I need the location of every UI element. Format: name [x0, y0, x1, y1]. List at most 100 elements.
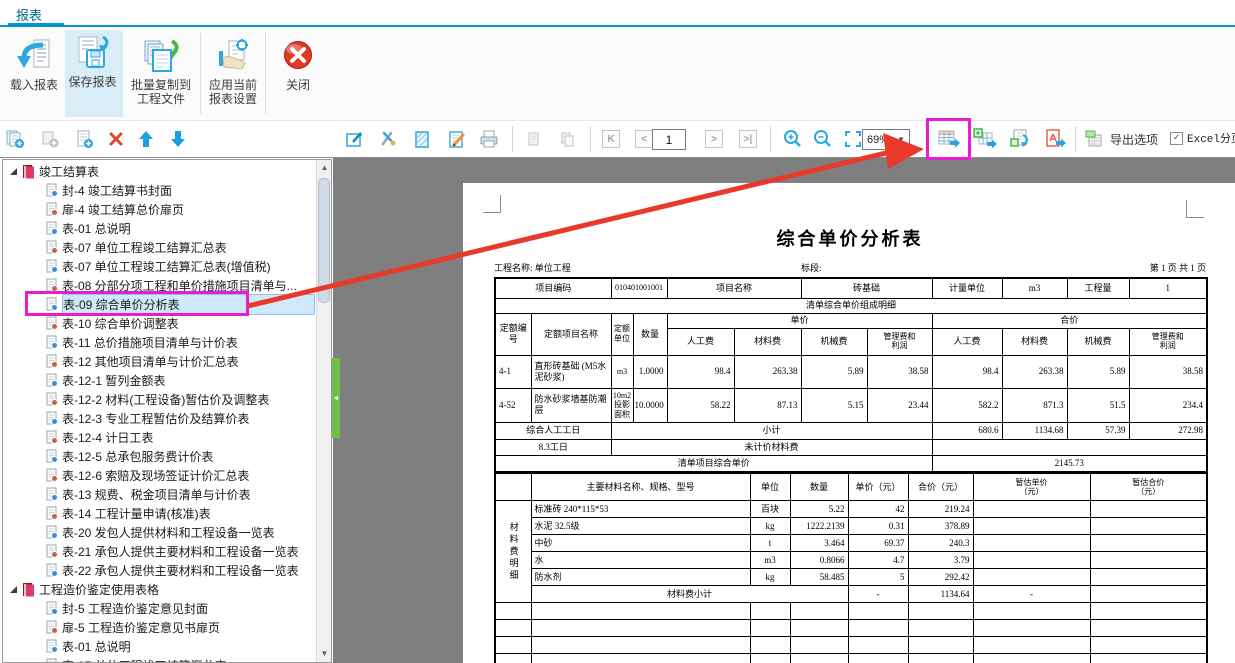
tree-item[interactable]: 表-01 总说明: [3, 219, 315, 238]
export-options-icon: [1085, 130, 1102, 147]
scrollbar-thumb[interactable]: [318, 178, 330, 303]
tree-item-label: 封-4 竣工结算书封面: [62, 184, 173, 198]
tree-item-label: 表-14 工程计量申请(核准)表: [62, 507, 211, 521]
tree-item[interactable]: 表-14 工程计量申请(核准)表: [3, 504, 315, 523]
add-group-icon: [42, 131, 59, 148]
preview-canvas[interactable]: 综合单价分析表 工程名称: 单位工程 标段: 第 1 页 共 1 页 项目编码 …: [333, 158, 1235, 663]
export-excel-alt-button[interactable]: [971, 125, 999, 153]
next-page-button[interactable]: >: [700, 125, 728, 153]
tree-item[interactable]: 表-13 规费、税金项目清单与计价表: [3, 485, 315, 504]
copy-page-button-disabled[interactable]: [519, 125, 547, 153]
design-report-button[interactable]: [340, 125, 368, 153]
tree-item[interactable]: 表-10 综合单价调整表: [3, 314, 315, 333]
tree-item-folder[interactable]: 竣工结算表: [3, 162, 315, 181]
first-page-icon: K: [602, 130, 620, 148]
export-image-button[interactable]: [1006, 125, 1034, 153]
delete-report-button[interactable]: [102, 125, 130, 153]
tree-item[interactable]: 封-4 竣工结算书封面: [3, 181, 315, 200]
table-row: 水泥 32.5级 kg 1222.2139 0.31 378.89: [495, 517, 1208, 535]
tree-item[interactable]: 封-5 工程造价鉴定意见封面: [3, 599, 315, 618]
report-style-button[interactable]: [374, 125, 402, 153]
tree-item[interactable]: 表-12 其他项目清单与计价汇总表: [3, 352, 315, 371]
tree-item-label: 工程造价鉴定使用表格: [39, 583, 160, 597]
add-report-button[interactable]: [1, 125, 29, 153]
tree-item[interactable]: 表-12-3 专业工程暂估价及结算价表: [3, 409, 315, 428]
scroll-down-icon[interactable]: ▼: [317, 646, 331, 662]
tree-item-label: 表-07 单位工程竣工结算汇总表: [62, 657, 227, 662]
expander-icon[interactable]: [7, 585, 19, 594]
tree-item[interactable]: 表-01 总说明: [3, 637, 315, 656]
folder-book-icon: [21, 164, 36, 180]
table-row: 8.3工日 未计价材料费: [494, 438, 1208, 456]
save-report-button[interactable]: 保存报表: [65, 30, 123, 117]
page-setup-button[interactable]: [408, 125, 436, 153]
zoom-out-button[interactable]: [808, 125, 836, 153]
add-report-icon: [6, 130, 24, 148]
tree-item-label: 表-12-4 计日工表: [62, 431, 154, 445]
page-icon: [528, 132, 539, 146]
export-excel-button[interactable]: [926, 118, 971, 160]
export-excel-alt-icon: [973, 128, 997, 149]
tree-item[interactable]: 扉-5 工程造价鉴定意见书扉页: [3, 618, 315, 637]
next-page-icon: >: [705, 130, 723, 148]
zoom-in-button[interactable]: [778, 125, 806, 153]
tree-item[interactable]: 表-07 单位工程竣工结算汇总表: [3, 238, 315, 257]
apply-settings-label-1: 应用当前: [208, 78, 257, 92]
tree-item[interactable]: 表-12-4 计日工表: [3, 428, 315, 447]
tree-item-label: 竣工结算表: [39, 165, 100, 179]
secondary-toolbar: K < > >| 69% ▼ 导出选项 ✓ Excel分页: [0, 118, 1235, 160]
table-row: [494, 636, 1208, 654]
export-pdf-button[interactable]: [1041, 125, 1069, 153]
last-page-button[interactable]: >|: [734, 125, 762, 153]
copy-button-disabled[interactable]: [553, 125, 581, 153]
page-number-input[interactable]: [652, 129, 686, 150]
collapse-arrow-icon: ◄: [332, 394, 340, 402]
batch-copy-button[interactable]: 批量复制到 工程文件: [125, 30, 197, 117]
checkbox-checked-icon[interactable]: ✓: [1170, 131, 1183, 145]
unit-price-table: 项目编码 010401001001 项目名称 砖基础 计量单位 m3 工程量 1…: [494, 277, 1209, 473]
close-label: 关闭: [285, 78, 310, 92]
tree-item[interactable]: 扉-4 竣工结算总价扉页: [3, 200, 315, 219]
move-down-button[interactable]: [164, 125, 192, 153]
export-options-button[interactable]: 导出选项: [1085, 127, 1158, 151]
apply-settings-icon: [214, 34, 252, 78]
ribbon-separator: [200, 33, 201, 114]
excel-paging-option[interactable]: ✓ Excel分页: [1170, 130, 1235, 146]
tree-item[interactable]: 表-12-6 索赔及现场签证计价汇总表: [3, 466, 315, 485]
tree-item-selected[interactable]: 表-09 综合单价分析表: [3, 294, 315, 315]
tab-reports[interactable]: 报表: [16, 5, 42, 24]
tree-item[interactable]: 表-07 单位工程竣工结算汇总表: [3, 656, 315, 662]
report-page-icon: [45, 487, 59, 502]
new-page-icon: [77, 130, 93, 148]
tree-item-folder[interactable]: 工程造价鉴定使用表格: [3, 580, 315, 599]
tree-item[interactable]: 表-12-1 暂列金额表: [3, 371, 315, 390]
add-group-button-disabled[interactable]: [36, 125, 64, 153]
edit-report-button[interactable]: [442, 125, 470, 153]
tree-item[interactable]: 表-07 单位工程竣工结算汇总表(增值税): [3, 257, 315, 276]
tree-scrollbar[interactable]: ▲ ▼: [316, 160, 331, 662]
tree-item[interactable]: 表-08 分部分项工程和单价措施项目清单与...: [3, 276, 315, 295]
scroll-up-icon[interactable]: ▲: [317, 160, 331, 176]
tree-item[interactable]: 表-11 总价措施项目清单与计价表: [3, 333, 315, 352]
new-page-button[interactable]: [70, 125, 98, 153]
splitter-collapse-handle[interactable]: ◄: [332, 358, 340, 438]
table-row: 清单综合单价组成明细: [494, 297, 1208, 314]
expander-icon[interactable]: [7, 167, 19, 176]
move-up-button[interactable]: [132, 125, 160, 153]
report-page-icon: [45, 259, 59, 274]
tree-item[interactable]: 表-21 承包人提供主要材料和工程设备一览表: [3, 542, 315, 561]
first-page-button[interactable]: K: [597, 125, 625, 153]
print-icon: [480, 130, 498, 148]
print-button[interactable]: [475, 125, 503, 153]
tree-item[interactable]: 表-12-2 材料(工程设备)暂估价及调整表: [3, 390, 315, 409]
tree-item[interactable]: 表-22 承包人提供主要材料和工程设备一览表: [3, 561, 315, 580]
tree-item[interactable]: 表-20 发包人提供材料和工程设备一览表: [3, 523, 315, 542]
tree-item-label: 表-12 其他项目清单与计价汇总表: [62, 355, 239, 369]
apply-settings-label-2: 报表设置: [208, 92, 257, 106]
table-row: 综合人工工日 小计 680.6 1134.68 57.39 272.98: [494, 421, 1208, 440]
zoom-level-select[interactable]: 69% ▼: [862, 129, 910, 150]
load-report-button[interactable]: 载入报表: [5, 30, 63, 117]
tree-item[interactable]: 表-12-5 总承包服务费计价表: [3, 447, 315, 466]
close-button[interactable]: 关闭: [269, 30, 327, 117]
apply-settings-button[interactable]: 应用当前 报表设置: [204, 30, 262, 117]
